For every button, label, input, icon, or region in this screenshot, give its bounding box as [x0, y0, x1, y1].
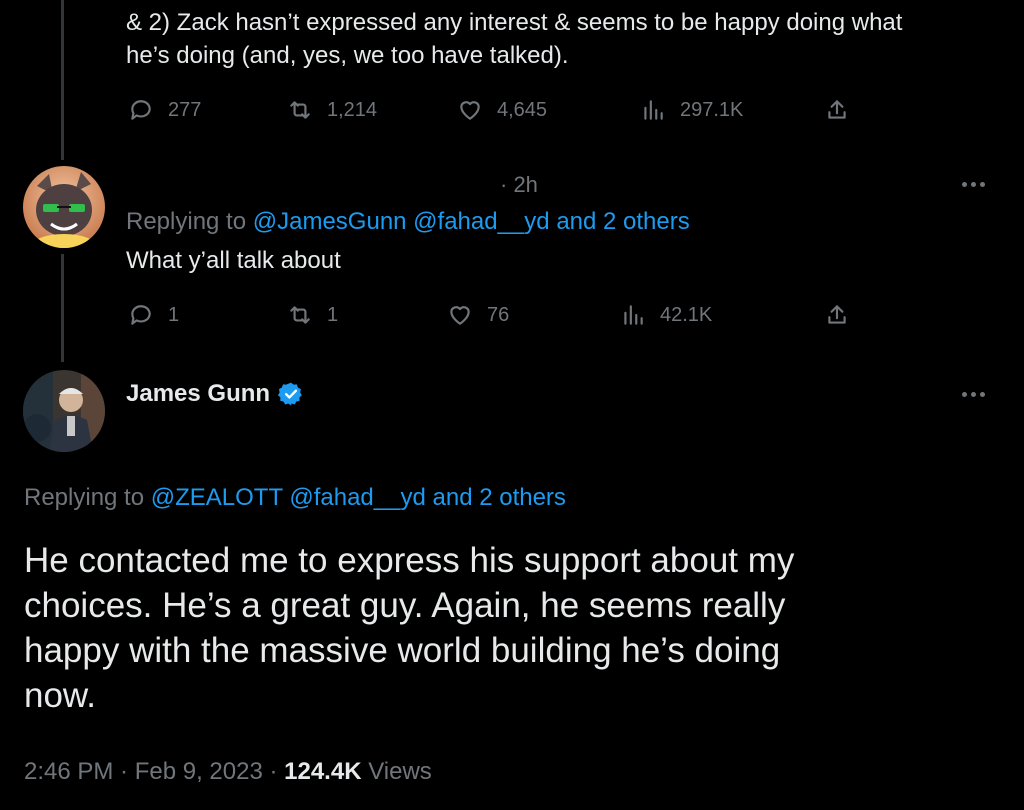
heart-icon [450, 306, 470, 325]
tweet3-text-line3: happy with the massive world building he… [24, 631, 781, 670]
tweet1-reply-count: 277 [168, 98, 202, 121]
share-icon [828, 100, 846, 119]
more-dot [971, 392, 976, 397]
author-name: James Gunn [126, 380, 271, 407]
more-dot [971, 182, 976, 187]
views-icon [624, 305, 643, 325]
more-dot [962, 182, 967, 187]
retweet-icon [290, 306, 310, 324]
thread-line-middle [61, 254, 64, 362]
tweet3-text-line2: choices. He’s a great guy. Again, he see… [24, 586, 786, 625]
tweet2-reply-count: 1 [168, 303, 180, 326]
tweet1-text-line1: & 2) Zack hasn’t expressed any interest … [126, 9, 903, 36]
tweet3-text-line4: now. [24, 676, 96, 715]
tweet1-views-button[interactable]: 297.1K [640, 97, 743, 123]
tweet2-like-button[interactable]: 76 [447, 302, 509, 328]
more-dot [962, 392, 967, 397]
tweet1-like-count: 4,645 [497, 98, 548, 121]
tweet2-more-button[interactable] [962, 182, 985, 187]
tweet1-share-button[interactable] [824, 97, 850, 123]
tweet3-meta: 2:46 PM · Feb 9, 2023 · 124.4K Views [24, 758, 432, 786]
tweet3-avatar[interactable] [23, 370, 105, 452]
replying-handles[interactable]: @ZEALOTT @fahad__yd and 2 others [151, 484, 566, 511]
tweet2-share-button[interactable] [824, 302, 850, 328]
tweet3-body: He contacted me to express his support a… [24, 538, 794, 718]
views-icon [644, 100, 663, 120]
tweet1-retweet-count: 1,214 [327, 98, 378, 121]
more-dot [980, 182, 985, 187]
tweet2-replying-to: Replying to @JamesGunn @fahad__yd and 2 … [126, 208, 690, 236]
tweet2-views-button[interactable]: 42.1K [620, 302, 712, 328]
replying-handles[interactable]: @JamesGunn @fahad__yd and 2 others [253, 208, 690, 235]
tweet1-text-line2: he’s doing (and, yes, we too have talked… [126, 42, 569, 69]
reply-icon [131, 100, 151, 120]
tweet3-views-label: Views [368, 758, 432, 785]
retweet-icon [290, 101, 310, 119]
replying-prefix: Replying to [24, 484, 145, 511]
tweet2-reply-button[interactable]: 1 [128, 302, 179, 328]
heart-icon [460, 101, 480, 120]
tweet2-time[interactable]: · 2h [500, 172, 538, 198]
tweet1-views-count: 297.1K [680, 98, 744, 121]
tweet2-avatar[interactable] [23, 166, 105, 248]
share-icon [828, 305, 846, 324]
tweet1-retweet-button[interactable]: 1,214 [287, 97, 377, 123]
tweet2-retweet-count: 1 [327, 303, 339, 326]
tweet2-like-count: 76 [487, 303, 510, 326]
more-dot [980, 392, 985, 397]
thread-line-top [61, 0, 64, 160]
tweet3-timestamp[interactable]: 2:46 PM · Feb 9, 2023 · [24, 758, 277, 785]
verified-badge-icon [278, 382, 302, 406]
tweet3-text-line1: He contacted me to express his support a… [24, 541, 795, 580]
tweet2-retweet-button[interactable]: 1 [287, 302, 338, 328]
reply-icon [131, 305, 151, 325]
tweet1-reply-button[interactable]: 277 [128, 97, 201, 123]
tweet2-text: What y’all talk about [126, 247, 341, 274]
tweet3-author[interactable]: James Gunn [126, 380, 304, 408]
tweet3-more-button[interactable] [962, 392, 985, 397]
cartoon-avatar-icon [23, 166, 105, 248]
tweet3-views-count: 124.4K [284, 758, 362, 785]
tweet3-replying-to: Replying to @ZEALOTT @fahad__yd and 2 ot… [24, 484, 566, 512]
photo-avatar-icon [23, 370, 105, 452]
tweet2-views-count: 42.1K [660, 303, 713, 326]
tweet1-like-button[interactable]: 4,645 [457, 97, 547, 123]
replying-prefix: Replying to [126, 208, 247, 235]
